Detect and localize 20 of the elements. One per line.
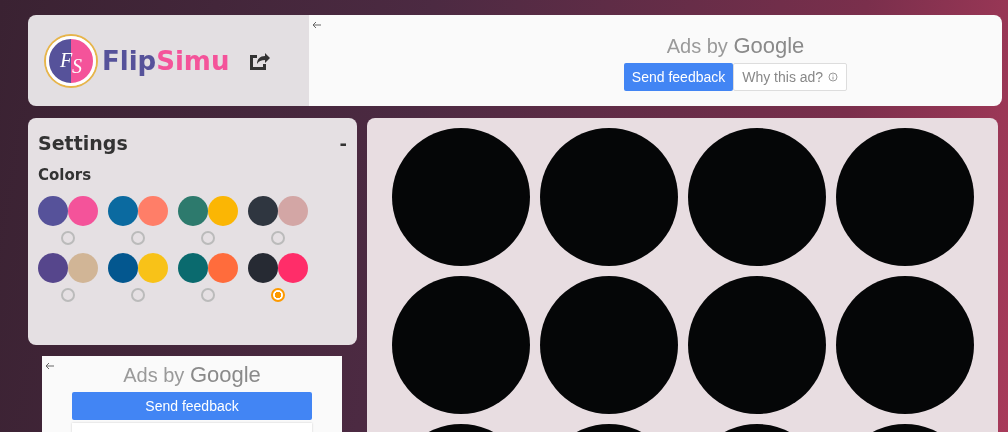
palette-radio[interactable]: [271, 231, 285, 245]
back-arrow-icon[interactable]: [45, 361, 55, 371]
palette-radio[interactable]: [131, 231, 145, 245]
send-feedback-button[interactable]: Send feedback: [623, 63, 734, 91]
ads-by-label: Ads by Google: [666, 33, 805, 59]
info-icon: [828, 72, 839, 82]
settings-title: Settings: [38, 132, 128, 154]
collapse-toggle[interactable]: -: [339, 132, 347, 154]
brand-name[interactable]: FlipSimu: [102, 45, 230, 76]
palette-radio[interactable]: [61, 288, 75, 302]
palette-radio[interactable]: [61, 231, 75, 245]
palette-radio[interactable]: [201, 231, 215, 245]
back-arrow-icon[interactable]: [312, 20, 322, 30]
palette-radio[interactable]: [271, 288, 285, 302]
send-feedback-button[interactable]: Send feedback: [72, 392, 312, 420]
colors-heading: Colors: [38, 166, 93, 184]
why-this-ad-button[interactable]: Why this ad?: [733, 63, 848, 91]
ads-by-label: Ads by Google: [123, 362, 261, 388]
palette-radio[interactable]: [131, 288, 145, 302]
palette-radio[interactable]: [201, 288, 215, 302]
